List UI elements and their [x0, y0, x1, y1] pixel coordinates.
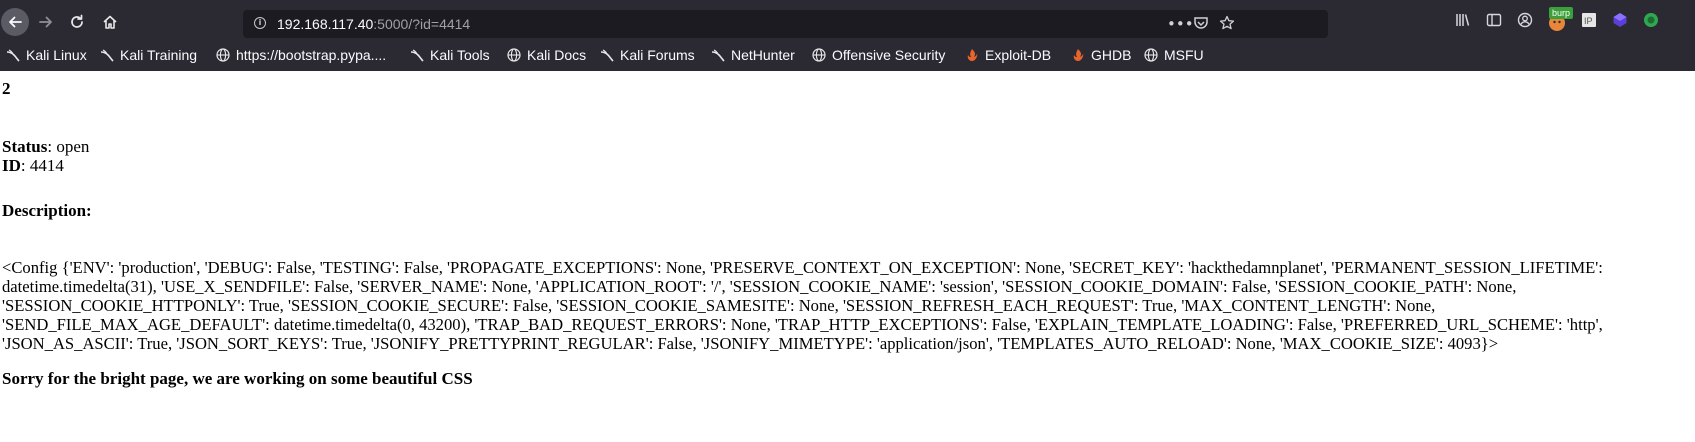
bookmark-kali-docs[interactable]: Kali Docs	[507, 44, 586, 66]
pocket-icon[interactable]	[1193, 15, 1209, 36]
bookmark-offensive-security[interactable]: Offensive Security	[812, 44, 945, 66]
globe-icon	[812, 48, 826, 62]
bookmark-ghdb[interactable]: GHDB	[1071, 44, 1131, 66]
url-host: 192.168.117.40	[277, 16, 374, 32]
bookmark-kali-tools[interactable]: Kali Tools	[410, 44, 490, 66]
description-label: Description:	[2, 201, 92, 220]
forward-arrow-icon	[39, 16, 52, 28]
exploitdb-icon	[965, 48, 979, 62]
globe-icon	[216, 48, 230, 62]
kali-dragon-icon	[600, 48, 614, 62]
status-field: Status: open	[2, 137, 89, 157]
bookmark-label: NetHunter	[731, 47, 795, 63]
kali-dragon-icon	[410, 48, 424, 62]
bookmark-label: Kali Tools	[430, 47, 490, 63]
star-icon[interactable]	[1219, 15, 1235, 36]
url-path: :5000/?id=4414	[373, 16, 471, 32]
home-icon	[103, 15, 117, 29]
bookmark-kali-forums[interactable]: Kali Forums	[600, 44, 695, 66]
bookmark-label: Offensive Security	[832, 47, 946, 63]
kali-dragon-icon	[100, 48, 114, 62]
bookmark-exploit-db[interactable]: Exploit-DB	[965, 44, 1051, 66]
burp-badge: burp	[1549, 7, 1574, 19]
bookmark-label: Kali Training	[120, 47, 198, 63]
kali-dragon-icon	[6, 48, 20, 62]
bookmark-kali-training[interactable]: Kali Training	[100, 44, 197, 66]
globe-icon	[507, 48, 521, 62]
ip-extension-icon[interactable]: IP	[1581, 12, 1597, 30]
globe-icon	[1144, 48, 1158, 62]
id-value: : 4414	[20, 156, 64, 175]
bookmark-bootstrap[interactable]: https://bootstrap.pypa....	[216, 44, 386, 66]
green-extension-icon[interactable]	[1643, 12, 1659, 30]
bookmark-nethunter[interactable]: NetHunter	[711, 44, 795, 66]
bookmark-msfu[interactable]: MSFU	[1144, 44, 1204, 66]
browser-chrome: i 192.168.117.40:5000/?id=4414 ••• burp …	[0, 0, 1695, 71]
back-button[interactable]	[1, 8, 29, 36]
bookmark-kali-linux[interactable]: Kali Linux	[6, 44, 87, 66]
library-icon[interactable]	[1455, 12, 1471, 30]
kali-dragon-icon	[711, 48, 725, 62]
id-label: ID	[2, 156, 21, 175]
forward-button[interactable]	[33, 9, 59, 35]
url-text[interactable]: 192.168.117.40:5000/?id=4414	[277, 15, 470, 33]
footer-message: Sorry for the bright page, we are workin…	[2, 369, 473, 388]
bookmark-label: https://bootstrap.pypa....	[236, 47, 387, 63]
exploitdb-icon	[1071, 48, 1085, 62]
sidebar-icon[interactable]	[1486, 12, 1502, 30]
account-icon[interactable]	[1517, 12, 1533, 30]
bookmark-label: Kali Linux	[26, 47, 87, 63]
more-dots-icon[interactable]: •••	[1167, 14, 1194, 34]
status-label: Status	[2, 137, 48, 156]
back-arrow-icon	[9, 16, 22, 28]
reload-button[interactable]	[64, 9, 90, 35]
bookmark-label: Kali Forums	[620, 47, 695, 63]
bookmark-label: MSFU	[1164, 47, 1204, 63]
info-icon[interactable]: i	[254, 17, 266, 29]
status-value: : open	[47, 137, 90, 156]
bookmark-label: Exploit-DB	[985, 47, 1052, 63]
page-number-heading: 2	[2, 79, 11, 98]
reload-icon	[71, 14, 83, 28]
svg-text:IP: IP	[1584, 16, 1593, 26]
config-dump-text: <Config {'ENV': 'production', 'DEBUG': F…	[2, 258, 1603, 353]
id-field: ID: 4414	[2, 156, 64, 176]
purple-extension-icon[interactable]	[1612, 12, 1628, 30]
bookmark-label: Kali Docs	[527, 47, 587, 63]
bookmark-label: GHDB	[1091, 47, 1132, 63]
address-bar[interactable]: i 192.168.117.40:5000/?id=4414 •••	[243, 10, 1328, 38]
home-button[interactable]	[97, 9, 123, 35]
